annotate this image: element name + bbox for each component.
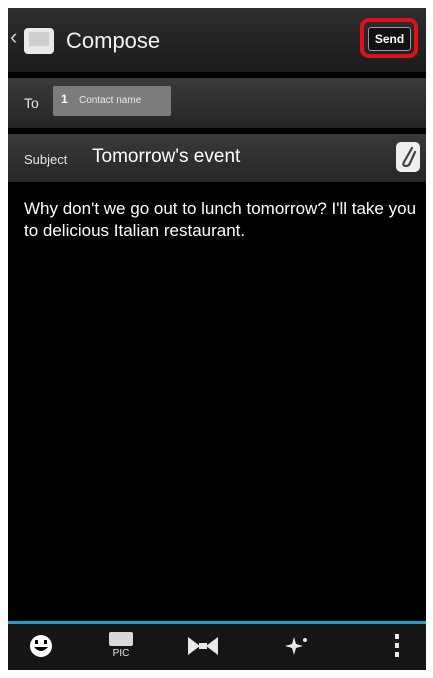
- page-title: Compose: [66, 28, 161, 53]
- top-bar: ‹ Compose Send: [8, 8, 426, 72]
- bow-tie-icon: [188, 637, 218, 655]
- svg-text:PIC: PIC: [113, 648, 130, 659]
- message-body[interactable]: Why don't we go out to lunch tomorrow? I…: [24, 198, 419, 242]
- bottom-toolbar: PIC: [8, 624, 426, 670]
- photo-pic-button[interactable]: PIC: [106, 631, 136, 661]
- sparkle-icon: [285, 637, 307, 655]
- compose-screen: ‹ Compose Send To 1 Contact name Subject…: [8, 8, 426, 670]
- sparkle-button[interactable]: [282, 631, 312, 661]
- compose-app-icon[interactable]: [24, 26, 58, 56]
- send-button-label: Send: [368, 27, 411, 51]
- emoji-icon: [30, 635, 52, 657]
- overflow-menu-button[interactable]: [382, 631, 412, 661]
- back-chevron-icon[interactable]: ‹: [10, 24, 20, 50]
- recipient-chip-label: Contact name: [79, 95, 142, 106]
- recipient-field[interactable]: To 1 Contact name: [8, 78, 426, 128]
- subject-field[interactable]: Subject Tomorrow's event: [8, 134, 426, 182]
- send-button[interactable]: Send: [360, 18, 418, 58]
- bow-tie-button[interactable]: [188, 631, 218, 661]
- contact-icon: 1: [61, 92, 68, 106]
- photo-pic-icon: PIC: [109, 632, 133, 659]
- recipient-chip[interactable]: 1 Contact name: [53, 86, 171, 116]
- overflow-menu-icon: [395, 634, 399, 657]
- attachment-button[interactable]: [396, 142, 420, 172]
- emoji-button[interactable]: [26, 631, 56, 661]
- paperclip-icon: [402, 146, 417, 168]
- subject-value[interactable]: Tomorrow's event: [92, 146, 240, 168]
- subject-label: Subject: [24, 152, 68, 167]
- to-label: To: [24, 95, 39, 111]
